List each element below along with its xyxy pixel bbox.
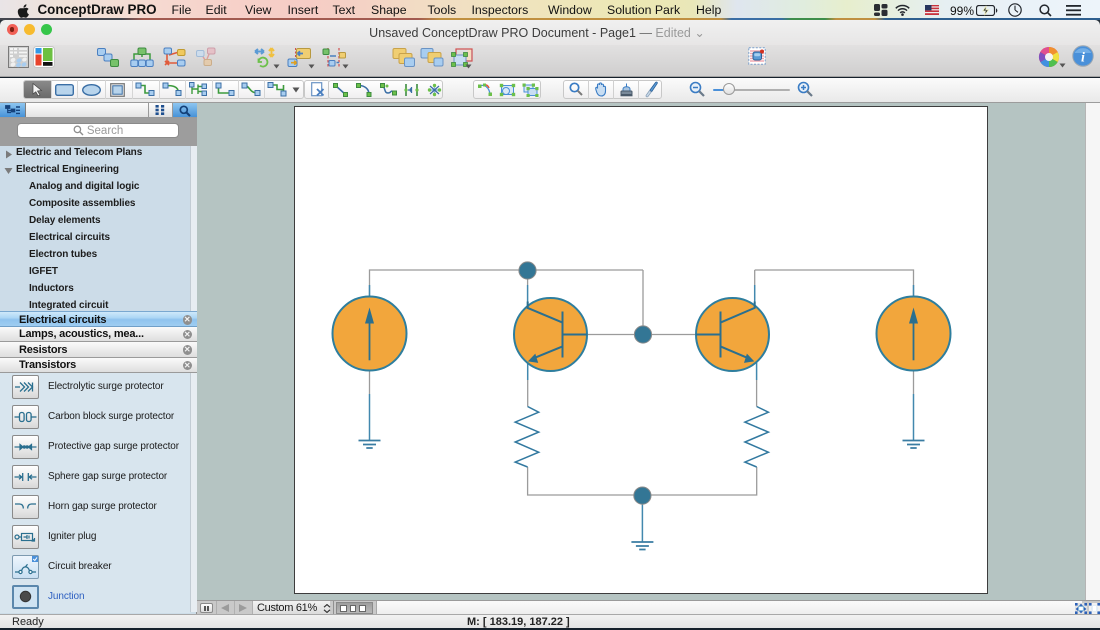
- svg-text:i: i: [1081, 51, 1085, 66]
